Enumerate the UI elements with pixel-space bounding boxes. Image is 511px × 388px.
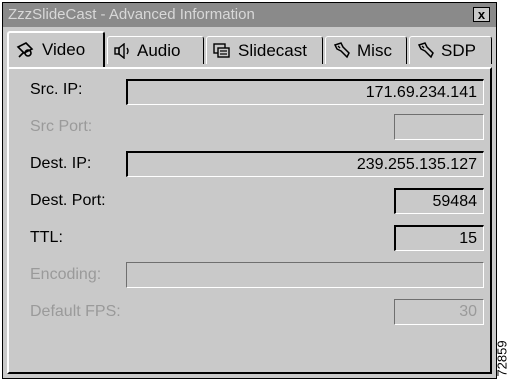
- tab-slidecast-label: Slidecast: [238, 40, 307, 60]
- encoding-label: Encoding:: [30, 266, 102, 283]
- src-ip-field[interactable]: 171.69.234.141: [126, 79, 484, 105]
- tab-sdp[interactable]: SDP: [409, 36, 492, 64]
- tab-video-label: Video: [42, 40, 86, 59]
- camera-icon: [16, 42, 34, 58]
- slides-icon: [213, 42, 230, 58]
- title-bar[interactable]: ZzzSlideCast - Advanced Information x: [3, 3, 496, 27]
- speaker-icon: [114, 42, 129, 59]
- dest-port-field[interactable]: 59484: [394, 188, 484, 214]
- figure-code-text: 72859: [494, 340, 510, 377]
- tab-misc[interactable]: Misc: [325, 36, 407, 64]
- dest-ip-field[interactable]: 239.255.135.127: [126, 151, 484, 177]
- figure-code: 72859: [493, 335, 510, 387]
- wrench-icon: [417, 41, 434, 58]
- video-tab-panel: Src. IP: 171.69.234.141 Src Port: Dest. …: [7, 67, 492, 374]
- default-fps-field: 30: [394, 299, 484, 325]
- wrench-icon: [333, 41, 350, 58]
- tab-audio[interactable]: Audio: [107, 36, 204, 64]
- advanced-information-window: ZzzSlideCast - Advanced Information x Vi…: [2, 2, 497, 379]
- tab-misc-label: Misc: [357, 40, 392, 60]
- ttl-field[interactable]: 15: [394, 225, 484, 251]
- tab-strip: Video Audio Slidecast Misc SDP: [7, 31, 494, 67]
- window-title: ZzzSlideCast - Advanced Information: [8, 6, 255, 23]
- dest-port-label: Dest. Port:: [30, 192, 106, 209]
- tab-video[interactable]: Video: [7, 31, 105, 67]
- src-ip-label: Src. IP:: [30, 81, 83, 98]
- close-icon: x: [477, 7, 486, 22]
- encoding-field: [126, 262, 484, 288]
- src-port-label: Src Port:: [30, 118, 93, 135]
- tab-slidecast[interactable]: Slidecast: [206, 36, 323, 64]
- dest-ip-label: Dest. IP:: [30, 155, 92, 172]
- src-port-field: [394, 114, 484, 140]
- tab-sdp-label: SDP: [441, 40, 476, 60]
- ttl-label: TTL:: [30, 229, 63, 246]
- tab-audio-label: Audio: [137, 40, 181, 60]
- close-button[interactable]: x: [473, 7, 490, 22]
- default-fps-label: Default FPS:: [30, 303, 121, 320]
